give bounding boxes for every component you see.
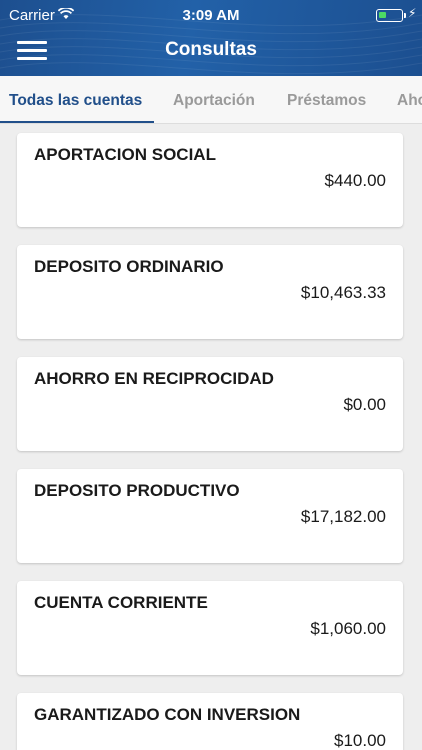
clock: 3:09 AM <box>182 7 240 24</box>
battery-cap <box>404 13 406 18</box>
tab-prestamos[interactable]: Préstamos <box>287 92 366 110</box>
tab-todas-las-cuentas[interactable]: Todas las cuentas <box>9 92 142 110</box>
account-name: DEPOSITO ORDINARIO <box>34 257 224 276</box>
battery-icon <box>376 9 403 22</box>
account-name: CUENTA CORRIENTE <box>34 593 208 612</box>
account-balance: $440.00 <box>324 171 386 190</box>
account-card[interactable]: AHORRO EN RECIPROCIDAD $0.00 <box>17 357 403 451</box>
battery-level <box>379 12 386 18</box>
account-name: DEPOSITO PRODUCTIVO <box>34 481 240 500</box>
accounts-list[interactable]: APORTACION SOCIAL $440.00 DEPOSITO ORDIN… <box>0 124 422 750</box>
navigation-bar: Carrier 3:09 AM ⚡ Consultas <box>0 0 422 76</box>
account-balance: $10,463.33 <box>300 283 386 302</box>
account-card[interactable]: GARANTIZADO CON INVERSION $10.00 <box>17 693 403 750</box>
account-name: APORTACION SOCIAL <box>34 145 216 164</box>
tab-ahorro[interactable]: Aho <box>397 92 422 110</box>
account-balance: $1,060.00 <box>310 619 386 638</box>
charging-bolt-icon: ⚡ <box>408 6 417 20</box>
account-card[interactable]: APORTACION SOCIAL $440.00 <box>17 133 403 227</box>
status-bar: Carrier 3:09 AM ⚡ <box>0 0 422 30</box>
tab-aportacion[interactable]: Aportación <box>173 92 255 110</box>
account-name: AHORRO EN RECIPROCIDAD <box>34 369 274 388</box>
account-card[interactable]: CUENTA CORRIENTE $1,060.00 <box>17 581 403 675</box>
account-balance: $17,182.00 <box>300 507 386 526</box>
page-title: Consultas <box>165 39 257 60</box>
account-balance: $10.00 <box>334 731 386 750</box>
account-name: GARANTIZADO CON INVERSION <box>34 705 301 724</box>
account-type-tabs: Todas las cuentas Aportación Préstamos A… <box>0 76 422 124</box>
account-card[interactable]: DEPOSITO ORDINARIO $10,463.33 <box>17 245 403 339</box>
account-card[interactable]: DEPOSITO PRODUCTIVO $17,182.00 <box>17 469 403 563</box>
account-balance: $0.00 <box>343 395 386 414</box>
